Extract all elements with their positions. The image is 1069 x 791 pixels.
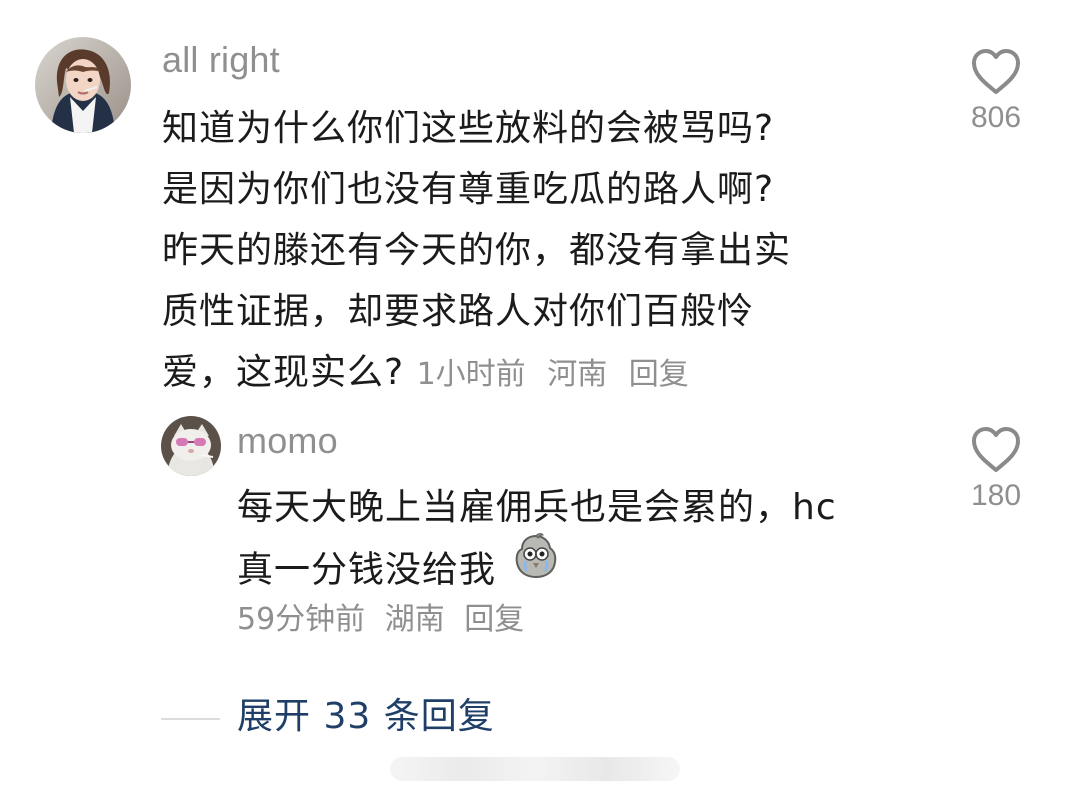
comment-line: 爱，这现实么? [162,352,405,393]
reply-like-count: 180 [970,479,1022,512]
reply-last-line: 真一分钱没给我 [237,533,927,605]
comment-line: 质性证据，却要求路人对你们百般怜 [162,291,755,332]
comment-username[interactable]: all right [162,42,280,78]
comment-line: 知道为什么你们这些放料的会被骂吗? [162,108,775,149]
avatar-image [35,37,131,133]
comment-line: 昨天的滕还有今天的你，都没有拿出实 [162,230,792,271]
reply-like-button[interactable]: 180 [951,426,1041,514]
reply-avatar[interactable] [161,416,221,476]
like-count: 806 [970,101,1022,134]
comment-meta: 1小时前 河南 回复 [417,357,701,392]
avatar[interactable] [35,37,131,133]
reply-meta: 59分钟前 湖南 回复 [237,602,534,638]
reply-username[interactable]: momo [237,423,338,459]
heart-icon [972,427,1020,472]
comment-body: 知道为什么你们这些放料的会被骂吗? 是因为你们也没有尊重吃瓜的路人啊? 昨天的滕… [162,98,892,405]
comment-line: 是因为你们也没有尊重吃瓜的路人啊? [162,169,775,210]
reply-button[interactable]: 回复 [629,357,689,392]
reply-time: 59分钟前 [237,602,366,637]
reply-button[interactable]: 回复 [464,602,524,637]
like-button[interactable]: 806 [951,48,1041,136]
blurred-bottom-strip [390,757,680,781]
reply-line: 每天大晚上当雇佣兵也是会累的，hc [237,487,837,528]
avatar-image [161,416,221,476]
comment-last-line: 爱，这现实么? 1小时前 河南 回复 [162,342,892,405]
reply-body: 每天大晚上当雇佣兵也是会累的，hc 真一分钱没给我 [237,477,927,605]
reply-location: 湖南 [384,602,445,637]
expand-replies-label[interactable]: 展开 33 条回复 [237,695,495,738]
reply-line: 真一分钱没给我 [237,549,497,591]
comment-location: 河南 [547,357,608,392]
expand-replies[interactable]: 展开 33 条回复 [161,691,761,745]
comment-time: 1小时前 [416,357,526,392]
heart-icon [972,49,1020,94]
divider [161,718,220,720]
crying-pigeon-emoji-icon [512,532,560,599]
